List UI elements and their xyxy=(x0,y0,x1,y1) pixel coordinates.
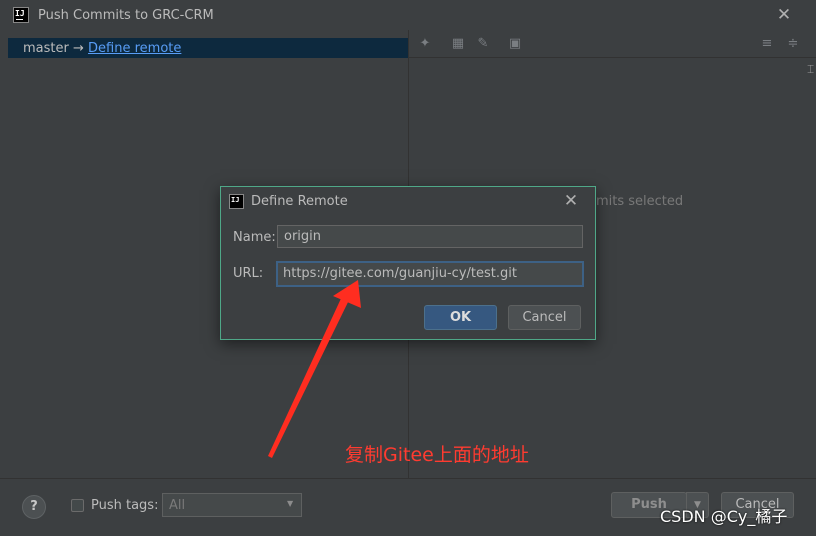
collapse-all-icon[interactable]: ≑ xyxy=(785,36,801,52)
window-close-icon[interactable]: ✕ xyxy=(775,6,793,24)
dialog-title: Define Remote xyxy=(251,194,348,209)
ok-button[interactable]: OK xyxy=(424,305,497,330)
group-by-icon[interactable]: ▦ xyxy=(450,36,466,52)
push-commits-window: IJ Push Commits to GRC-CRM ✕ master → De… xyxy=(0,0,816,536)
window-title: Push Commits to GRC-CRM xyxy=(38,8,214,23)
branch-row[interactable]: master → Define remote xyxy=(8,38,408,58)
intellij-app-icon: IJ xyxy=(13,7,29,23)
push-tags-label: Push tags: xyxy=(91,498,159,513)
annotation-text: 复制Gitee上面的地址 xyxy=(345,444,529,466)
title-bar: IJ Push Commits to GRC-CRM ✕ xyxy=(0,0,816,32)
help-button[interactable]: ? xyxy=(22,495,46,519)
changes-toolbar: ✦ ▦ ✎ ▣ ≡ ≑ xyxy=(409,30,816,58)
define-remote-link[interactable]: Define remote xyxy=(88,41,181,56)
url-label: URL: xyxy=(233,266,264,281)
intellij-app-icon: IJ xyxy=(229,194,244,209)
chevron-down-icon: ▼ xyxy=(287,499,294,508)
edit-icon[interactable]: ✎ xyxy=(475,36,491,52)
no-commits-selected-text: mits selected xyxy=(596,194,684,209)
tags-select-value: All xyxy=(169,498,186,513)
watermark-text: CSDN @Cy_橘子 xyxy=(660,507,788,526)
branch-label: master → Define remote xyxy=(23,41,181,56)
define-remote-dialog: IJ Define Remote ✕ Name: origin URL: htt… xyxy=(220,186,596,340)
tags-select[interactable]: All ▼ xyxy=(162,493,302,517)
dialog-cancel-button[interactable]: Cancel xyxy=(508,305,581,330)
dialog-close-icon[interactable]: ✕ xyxy=(562,192,580,210)
push-tags-checkbox[interactable] xyxy=(71,499,84,512)
edge-fragment-icon: ⌶ xyxy=(807,62,815,76)
name-input[interactable]: origin xyxy=(277,225,583,248)
name-label: Name: xyxy=(233,230,276,245)
branch-name: master xyxy=(23,41,69,56)
pin-icon[interactable]: ✦ xyxy=(417,36,433,52)
url-input[interactable]: https://gitee.com/guanjiu-cy/test.git xyxy=(276,261,584,287)
branch-arrow: → xyxy=(72,41,84,56)
expand-all-icon[interactable]: ≡ xyxy=(759,36,775,52)
show-diff-icon[interactable]: ▣ xyxy=(507,36,523,52)
